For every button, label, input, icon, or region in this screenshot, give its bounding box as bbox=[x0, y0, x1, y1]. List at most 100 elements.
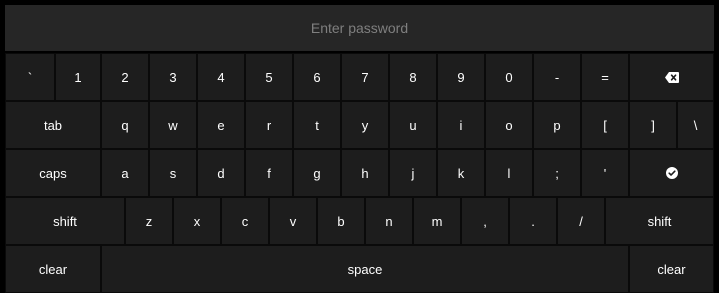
key-label: 6 bbox=[313, 69, 321, 85]
key-8[interactable]: 8 bbox=[389, 53, 437, 101]
key-equals[interactable]: = bbox=[581, 53, 629, 101]
key-x[interactable]: x bbox=[173, 197, 221, 245]
key-label: / bbox=[579, 213, 583, 229]
key-e[interactable]: e bbox=[197, 101, 245, 149]
key-backtick[interactable]: ` bbox=[5, 53, 55, 101]
key-a[interactable]: a bbox=[101, 149, 149, 197]
key-label: f bbox=[267, 165, 271, 181]
key-q[interactable]: q bbox=[101, 101, 149, 149]
key-j[interactable]: j bbox=[389, 149, 437, 197]
key-p[interactable]: p bbox=[533, 101, 581, 149]
key-4[interactable]: 4 bbox=[197, 53, 245, 101]
key-b[interactable]: b bbox=[317, 197, 365, 245]
key-backslash[interactable]: \ bbox=[677, 101, 714, 149]
key-label: a bbox=[121, 165, 129, 181]
key-6[interactable]: 6 bbox=[293, 53, 341, 101]
key-label: v bbox=[289, 213, 297, 229]
key-label: [ bbox=[603, 117, 607, 133]
key-3[interactable]: 3 bbox=[149, 53, 197, 101]
key-9[interactable]: 9 bbox=[437, 53, 485, 101]
key-label: x bbox=[193, 213, 201, 229]
key-5[interactable]: 5 bbox=[245, 53, 293, 101]
key-semicolon[interactable]: ; bbox=[533, 149, 581, 197]
key-label: d bbox=[217, 165, 225, 181]
key-label: k bbox=[457, 165, 465, 181]
key-label: m bbox=[431, 213, 443, 229]
key-label: s bbox=[169, 165, 177, 181]
key-label: clear bbox=[657, 261, 686, 277]
key-h[interactable]: h bbox=[341, 149, 389, 197]
key-u[interactable]: u bbox=[389, 101, 437, 149]
virtual-keyboard: Enter password ` 1 2 3 4 5 6 7 8 9 0 - = tab q w e r t y u i o… bbox=[0, 0, 719, 293]
key-label: 4 bbox=[217, 69, 225, 85]
key-7[interactable]: 7 bbox=[341, 53, 389, 101]
key-label: . bbox=[531, 213, 535, 229]
key-label: c bbox=[241, 213, 249, 229]
key-m[interactable]: m bbox=[413, 197, 461, 245]
key-i[interactable]: i bbox=[437, 101, 485, 149]
key-comma[interactable]: , bbox=[461, 197, 509, 245]
key-v[interactable]: v bbox=[269, 197, 317, 245]
key-label: ; bbox=[555, 165, 559, 181]
backspace-key[interactable] bbox=[629, 53, 714, 101]
key-label: clear bbox=[38, 261, 68, 277]
key-t[interactable]: t bbox=[293, 101, 341, 149]
key-label: z bbox=[145, 213, 153, 229]
key-d[interactable]: d bbox=[197, 149, 245, 197]
key-label: ] bbox=[651, 117, 655, 133]
key-left-bracket[interactable]: [ bbox=[581, 101, 629, 149]
key-label: 9 bbox=[457, 69, 465, 85]
key-s[interactable]: s bbox=[149, 149, 197, 197]
key-label: u bbox=[409, 117, 417, 133]
key-f[interactable]: f bbox=[245, 149, 293, 197]
key-quote[interactable]: ' bbox=[581, 149, 629, 197]
key-w[interactable]: w bbox=[149, 101, 197, 149]
key-label: ' bbox=[603, 165, 607, 181]
check-circle-icon bbox=[665, 167, 678, 179]
key-label: q bbox=[121, 117, 129, 133]
key-label: i bbox=[459, 117, 463, 133]
key-l[interactable]: l bbox=[485, 149, 533, 197]
key-label: caps bbox=[39, 165, 67, 181]
key-label: ` bbox=[27, 69, 33, 85]
key-slash[interactable]: / bbox=[557, 197, 605, 245]
enter-key[interactable] bbox=[629, 149, 714, 197]
key-label: r bbox=[266, 117, 272, 133]
key-label: 2 bbox=[121, 69, 129, 85]
key-label: - bbox=[554, 69, 560, 85]
left-clear-key[interactable]: clear bbox=[5, 245, 101, 293]
key-r[interactable]: r bbox=[245, 101, 293, 149]
space-key[interactable]: space bbox=[101, 245, 629, 293]
key-right-bracket[interactable]: ] bbox=[629, 101, 677, 149]
key-label: = bbox=[601, 69, 609, 85]
key-o[interactable]: o bbox=[485, 101, 533, 149]
key-label: j bbox=[411, 165, 415, 181]
tab-key[interactable]: tab bbox=[5, 101, 101, 149]
key-label: 8 bbox=[409, 69, 417, 85]
key-period[interactable]: . bbox=[509, 197, 557, 245]
key-0[interactable]: 0 bbox=[485, 53, 533, 101]
key-1[interactable]: 1 bbox=[55, 53, 101, 101]
key-label: h bbox=[361, 165, 369, 181]
key-y[interactable]: y bbox=[341, 101, 389, 149]
key-label: tab bbox=[43, 117, 63, 133]
key-label: b bbox=[337, 213, 345, 229]
key-z[interactable]: z bbox=[125, 197, 173, 245]
key-2[interactable]: 2 bbox=[101, 53, 149, 101]
key-minus[interactable]: - bbox=[533, 53, 581, 101]
key-k[interactable]: k bbox=[437, 149, 485, 197]
key-n[interactable]: n bbox=[365, 197, 413, 245]
key-label: shift bbox=[647, 213, 672, 229]
right-shift-key[interactable]: shift bbox=[605, 197, 714, 245]
key-label: 7 bbox=[361, 69, 369, 85]
password-input[interactable]: Enter password bbox=[5, 5, 714, 51]
caps-key[interactable]: caps bbox=[5, 149, 101, 197]
right-clear-key[interactable]: clear bbox=[629, 245, 714, 293]
key-label: \ bbox=[693, 117, 698, 133]
key-label: 3 bbox=[169, 69, 177, 85]
key-label: shift bbox=[53, 213, 77, 229]
key-c[interactable]: c bbox=[221, 197, 269, 245]
left-shift-key[interactable]: shift bbox=[5, 197, 125, 245]
key-label: n bbox=[385, 213, 393, 229]
key-g[interactable]: g bbox=[293, 149, 341, 197]
